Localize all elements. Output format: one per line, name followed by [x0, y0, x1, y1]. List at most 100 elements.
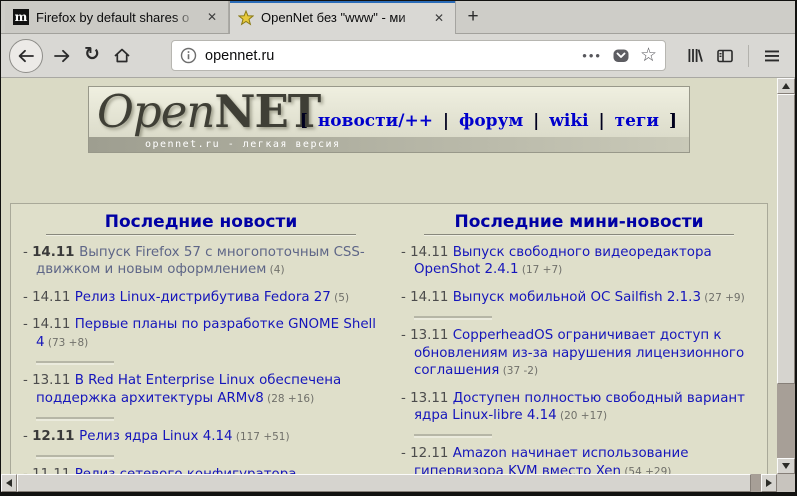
url-bar[interactable]: opennet.ru ••• ☆ [171, 40, 666, 71]
mini-news-column: Последние мини-новости - 14.11 Выпуск св… [389, 204, 767, 474]
nav-separator: | [598, 111, 605, 131]
news-item: - 14.11 Первые планы по разработке GNOME… [23, 316, 379, 351]
down-arrow-icon [782, 463, 790, 469]
news-item: - 13.11 В Red Hat Enterprise Linux обесп… [23, 372, 379, 407]
close-icon[interactable]: ✕ [204, 8, 220, 26]
vertical-scrollbar[interactable] [777, 78, 795, 474]
news-link[interactable]: Выпуск мобильной ОС Sailfish 2.1.3 [453, 290, 701, 305]
news-item: - 13.11 Доступен полностью свободный вар… [401, 390, 757, 425]
news-date: 11.11 [32, 467, 75, 474]
comment-count: (4) [266, 264, 285, 277]
opennet-logo: OpenNET [97, 85, 321, 138]
horizontal-scroll-thumb[interactable] [17, 474, 751, 492]
tab-opennet[interactable]: OpenNet без "www" - ми ✕ [229, 1, 456, 34]
item-dash: - [23, 373, 33, 389]
gold-star-icon [238, 9, 254, 26]
comment-count: (28 +16) [263, 392, 315, 405]
news-date: 13.11 [410, 328, 453, 344]
up-arrow-icon [782, 83, 790, 89]
logo-tagline: opennet.ru - легкая версия [89, 137, 689, 152]
news-item: - 14.11 Выпуск Firefox 57 с многопоточны… [23, 244, 379, 279]
item-dash: - [401, 328, 411, 344]
reload-button[interactable]: ↻ [77, 41, 107, 71]
page-actions-icon[interactable]: ••• [582, 48, 602, 63]
site-info-icon[interactable] [180, 47, 197, 64]
left-arrow-icon [6, 479, 12, 487]
news-item: - 14.11 Выпуск мобильной ОС Sailfish 2.1… [401, 289, 757, 306]
news-date: 13.11 [410, 390, 453, 406]
comment-count: (20 +17) [556, 409, 608, 422]
nav-link-news[interactable]: новости/++ [318, 111, 433, 131]
library-button[interactable] [680, 41, 710, 71]
news-date: 14.11 [410, 289, 453, 305]
forward-button[interactable] [47, 41, 77, 71]
browser-window: m Firefox by default shares o ✕ OpenNet … [0, 0, 797, 496]
scroll-down-button[interactable] [777, 458, 795, 474]
back-arrow-icon [18, 49, 34, 62]
news-link[interactable]: Релиз Linux-дистрибутива Fedora 27 [75, 290, 331, 305]
header-nav: [ новости/++ | форум | wiki | теги ] [300, 111, 677, 131]
medium-m-icon: m [13, 9, 29, 25]
reload-icon: ↻ [84, 44, 100, 65]
item-divider [36, 361, 114, 366]
news-link[interactable]: Релиз ядра Linux 4.14 [79, 429, 232, 444]
vertical-scroll-thumb[interactable] [777, 94, 795, 384]
item-divider [36, 416, 114, 421]
browser-chrome: m Firefox by default shares o ✕ OpenNet … [1, 1, 795, 78]
news-date: 13.11 [32, 373, 75, 389]
navigation-toolbar: ↻ opennet.ru ••• ☆ [1, 34, 795, 78]
pocket-icon[interactable] [612, 47, 630, 64]
comment-count: (17 +7) [518, 264, 563, 277]
item-dash: - [401, 390, 411, 406]
nav-link-wiki[interactable]: wiki [549, 111, 588, 131]
toolbar-separator [748, 44, 749, 67]
news-date: 14.11 [410, 245, 453, 260]
tab-title: Firefox by default shares o [36, 9, 197, 25]
news-link[interactable]: CopperheadOS ограничивает доступ к обнов… [414, 328, 744, 378]
bracket: ] [668, 111, 677, 131]
tab-title: OpenNet без "www" - ми [261, 10, 424, 25]
news-item: - 11.11 Релиз сетевого конфигуратора [23, 466, 379, 474]
new-tab-button[interactable]: + [456, 1, 490, 33]
home-button[interactable] [107, 41, 137, 71]
item-dash: - [401, 446, 411, 462]
nav-link-tags[interactable]: теги [615, 111, 659, 131]
news-date: 14.11 [32, 317, 75, 333]
right-arrow-icon [766, 479, 772, 487]
comment-count: (5) [330, 291, 350, 304]
url-text[interactable]: opennet.ru [205, 48, 582, 64]
menu-button[interactable] [757, 41, 787, 71]
scroll-up-button[interactable] [777, 78, 795, 94]
item-divider [414, 434, 492, 439]
scroll-right-button[interactable] [761, 474, 777, 492]
back-button[interactable] [9, 38, 43, 73]
item-divider [36, 455, 114, 460]
nav-link-forum[interactable]: форум [459, 111, 523, 131]
item-dash: - [23, 467, 32, 474]
item-dash: - [401, 245, 411, 260]
news-item: - 14.11 Релиз Linux-дистрибутива Fedora … [23, 289, 379, 306]
comment-count: (37 -2) [499, 365, 539, 378]
hamburger-menu-icon [765, 50, 779, 61]
horizontal-scrollbar[interactable] [1, 474, 777, 492]
comment-count: (27 +9) [700, 291, 745, 304]
column-title: Последние новости [104, 212, 298, 232]
news-date: 14.11 [32, 289, 75, 305]
scroll-left-button[interactable] [1, 474, 17, 492]
bracket: [ [299, 111, 308, 131]
sidebar-button[interactable] [710, 41, 740, 71]
close-icon[interactable]: ✕ [431, 9, 447, 27]
news-link[interactable]: Выпуск Firefox 57 с многопоточным CSS-дв… [36, 245, 365, 277]
item-dash: - [23, 289, 33, 305]
tab-firefox-default[interactable]: m Firefox by default shares o ✕ [5, 1, 229, 33]
nav-separator: | [533, 111, 540, 131]
comment-count: (117 +51) [232, 430, 290, 443]
news-item: - 12.11 Релиз ядра Linux 4.14 (117 +51) [23, 428, 379, 445]
news-link[interactable]: Релиз сетевого конфигуратора [75, 467, 297, 474]
item-dash: - [401, 289, 411, 305]
news-item: - 14.11 Выпуск свободного видеоредактора… [401, 244, 757, 279]
bookmark-star-icon[interactable]: ☆ [640, 46, 657, 65]
forward-arrow-icon [54, 49, 70, 62]
news-date: 12.11 [410, 446, 453, 462]
news-link[interactable]: Выпуск свободного видеоредактора OpenSho… [414, 245, 712, 277]
